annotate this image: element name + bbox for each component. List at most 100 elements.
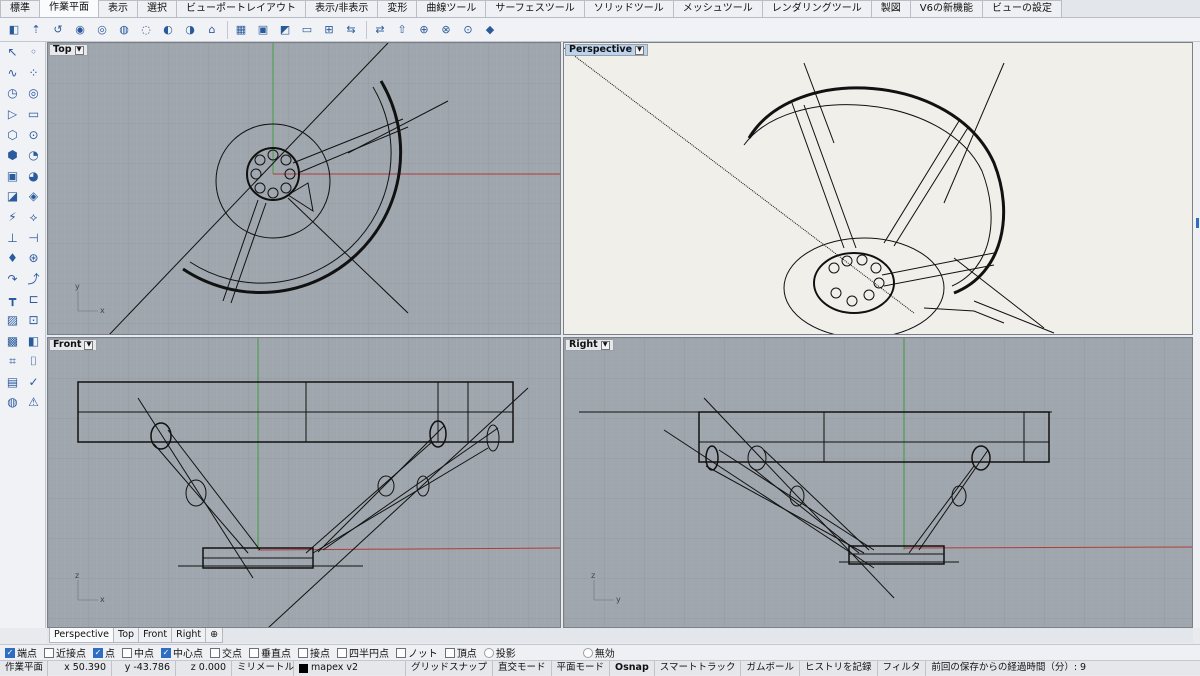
status-smart-track[interactable]: スマートトラック xyxy=(655,660,742,676)
ribbon-tab[interactable]: 曲線ツール xyxy=(416,0,487,17)
tool-5-1-icon[interactable]: ◔ xyxy=(23,145,44,165)
osnap-checkbox[interactable]: ✓ xyxy=(5,647,15,658)
osnap-option[interactable]: 接点 xyxy=(298,645,330,660)
ribbon-tab[interactable]: サーフェスツール xyxy=(485,0,585,17)
tool-9-0-icon[interactable]: ⊥ xyxy=(2,228,23,248)
viewport-tab[interactable]: Front xyxy=(138,628,173,643)
viewport-menu-arrow-icon[interactable]: ▼ xyxy=(600,340,610,350)
ribbon-tab[interactable]: メッシュツール xyxy=(672,0,763,17)
viewport-menu-arrow-icon[interactable]: ▼ xyxy=(74,45,84,55)
viewport-menu-arrow-icon[interactable]: ▼ xyxy=(84,340,94,350)
rotate-view-icon[interactable]: ⇡ xyxy=(26,20,46,40)
tool-16-0-icon[interactable]: ▤ xyxy=(2,372,23,392)
tool-10-0-icon[interactable]: ♦ xyxy=(2,248,23,268)
ribbon-tab[interactable]: ビューの設定 xyxy=(981,0,1062,17)
tool-11-1-icon[interactable]: ⤴ xyxy=(23,269,44,289)
tool-8-1-icon[interactable]: ⟡ xyxy=(23,207,44,227)
tool-17-0-icon[interactable]: ◍ xyxy=(2,392,23,412)
right-viewport[interactable]: z y Right ▼ xyxy=(563,337,1193,628)
osnap-checkbox[interactable] xyxy=(337,647,347,658)
ribbon-tab[interactable]: 標準 xyxy=(0,0,40,17)
status-filter[interactable]: フィルタ xyxy=(878,660,927,676)
render-icon[interactable]: ◑ xyxy=(180,20,200,40)
zoom-extents-icon[interactable]: ◍ xyxy=(114,20,134,40)
ribbon-tab[interactable]: 作業平面 xyxy=(39,0,99,17)
tool-6-1-icon[interactable]: ◕ xyxy=(23,166,44,186)
status-units[interactable]: ミリメートル xyxy=(232,660,294,676)
tool-12-0-icon[interactable]: ┳ xyxy=(2,289,23,309)
material-icon[interactable]: ◆ xyxy=(480,20,500,40)
osnap-option[interactable]: 四半円点 xyxy=(337,645,389,660)
ribbon-tab[interactable]: 変形 xyxy=(377,0,418,17)
viewport-tab[interactable]: Right xyxy=(171,628,207,643)
right-view-canvas[interactable]: z y xyxy=(564,338,1193,628)
tool-2-0-icon[interactable]: ◷ xyxy=(2,83,23,103)
osnap-option[interactable]: 頂点 xyxy=(444,645,477,660)
osnap-option[interactable]: 投影 xyxy=(483,645,516,660)
osnap-option[interactable]: ✓ 点 xyxy=(93,645,115,660)
home-icon[interactable]: ⌂ xyxy=(202,20,222,40)
osnap-checkbox[interactable] xyxy=(44,647,54,658)
tool-9-1-icon[interactable]: ⊣ xyxy=(23,228,44,248)
top-viewport[interactable]: y x Top ▼ xyxy=(47,42,561,335)
tool-4-0-icon[interactable]: ⬡ xyxy=(2,125,23,145)
osnap-option[interactable]: 中点 xyxy=(122,645,154,660)
viewport-layout-icon[interactable]: ⊞ xyxy=(319,20,339,40)
osnap-checkbox[interactable]: ✓ xyxy=(93,647,103,658)
osnap-option[interactable]: ✓ 中心点 xyxy=(161,645,203,660)
osnap-checkbox[interactable]: ✓ xyxy=(161,647,171,658)
osnap-option[interactable]: ✓ 端点 xyxy=(5,645,37,660)
osnap-checkbox[interactable] xyxy=(396,647,406,658)
tool-0-0-icon[interactable]: ↖ xyxy=(2,42,23,62)
front-viewport[interactable]: z x Front ▼ xyxy=(47,337,561,628)
ribbon-tab[interactable]: 表示/非表示 xyxy=(305,0,379,17)
osnap-option[interactable]: 近接点 xyxy=(44,645,86,660)
tool-7-1-icon[interactable]: ◈ xyxy=(23,186,44,206)
ribbon-tab[interactable]: ビューポートレイアウト xyxy=(176,0,306,17)
viewport-title-top[interactable]: Top ▼ xyxy=(49,44,88,56)
status-cplane[interactable]: 作業平面 xyxy=(0,660,48,676)
move-icon[interactable]: ⇄ xyxy=(370,20,390,40)
osnap-radio[interactable] xyxy=(483,647,494,658)
tool-4-1-icon[interactable]: ⊙ xyxy=(23,125,44,145)
panel-toggle-handle[interactable] xyxy=(1196,218,1199,228)
tool-5-0-icon[interactable]: ⬢ xyxy=(2,145,23,165)
viewport-tab[interactable]: Top xyxy=(113,628,140,643)
status-ortho[interactable]: 直交モード xyxy=(493,660,552,676)
tool-8-0-icon[interactable]: ⚡ xyxy=(2,207,23,227)
top-view-canvas[interactable]: y x xyxy=(48,43,561,335)
object-snap-icon[interactable]: ⊗ xyxy=(436,20,456,40)
tool-14-0-icon[interactable]: ▩ xyxy=(2,331,23,351)
tool-3-1-icon[interactable]: ▭ xyxy=(23,104,44,124)
tool-16-1-icon[interactable]: ✓ xyxy=(23,372,44,392)
pan-icon[interactable]: ◧ xyxy=(4,20,24,40)
tool-3-0-icon[interactable]: ▷ xyxy=(2,104,23,124)
tool-12-1-icon[interactable]: ⊏ xyxy=(23,289,44,309)
osnap-option[interactable]: ノット xyxy=(396,645,438,660)
viewport-title-perspective[interactable]: Perspective ▼ xyxy=(565,44,649,56)
tool-2-1-icon[interactable]: ◎ xyxy=(23,83,44,103)
osnap-checkbox[interactable] xyxy=(122,647,132,658)
tool-1-1-icon[interactable]: ⁘ xyxy=(23,63,44,83)
ribbon-tab[interactable]: 製図 xyxy=(870,0,911,17)
mirror-icon[interactable]: ⇆ xyxy=(341,20,361,40)
ribbon-tab[interactable]: 選択 xyxy=(137,0,177,17)
ribbon-tab[interactable]: 表示 xyxy=(98,0,138,17)
layer-icon[interactable]: ▣ xyxy=(253,20,273,40)
tool-17-1-icon[interactable]: ⚠ xyxy=(23,392,44,412)
zoom-selected-icon[interactable]: ◌ xyxy=(136,20,156,40)
osnap-radio[interactable] xyxy=(582,647,593,658)
properties-icon[interactable]: ◩ xyxy=(275,20,295,40)
status-history[interactable]: ヒストリを記録 xyxy=(800,660,878,676)
status-grid-snap[interactable]: グリッドスナップ xyxy=(406,660,494,676)
tool-11-0-icon[interactable]: ↷ xyxy=(2,269,23,289)
front-view-canvas[interactable]: z x xyxy=(48,338,561,628)
tool-6-0-icon[interactable]: ▣ xyxy=(2,166,23,186)
up-icon[interactable]: ⇧ xyxy=(392,20,412,40)
status-layer[interactable]: mapex v2 xyxy=(294,660,406,676)
osnap-option[interactable]: 交点 xyxy=(210,645,242,660)
ribbon-tab[interactable]: レンダリングツール xyxy=(761,0,872,17)
tool-15-1-icon[interactable]: ⌷ xyxy=(23,351,44,371)
tool-13-1-icon[interactable]: ⊡ xyxy=(23,310,44,330)
point-icon[interactable]: ⊙ xyxy=(458,20,478,40)
